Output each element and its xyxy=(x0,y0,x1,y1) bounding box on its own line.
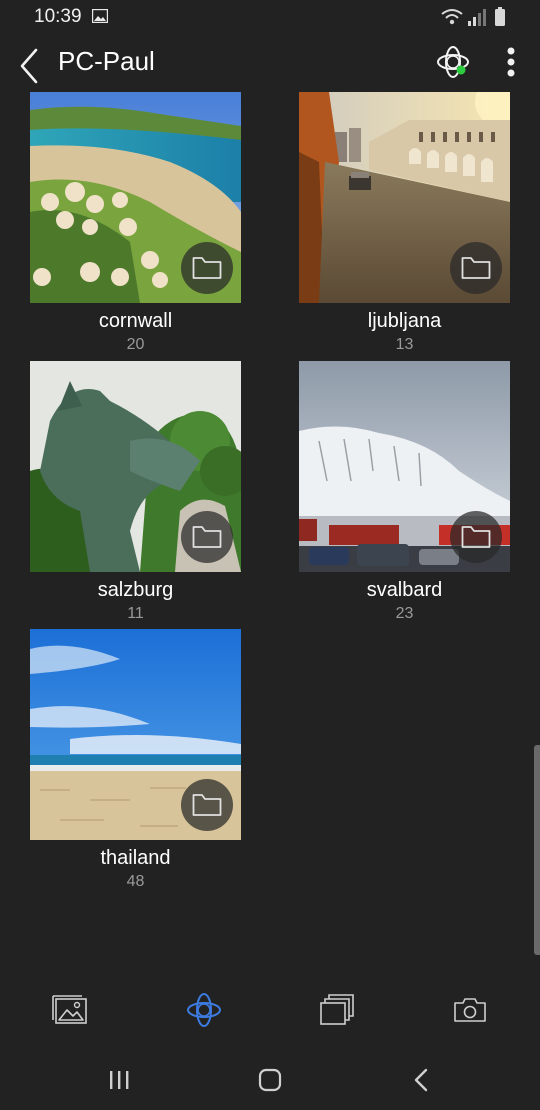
album-name: salzburg xyxy=(97,579,174,601)
app-bar: PC-Paul xyxy=(0,34,540,90)
bottom-tab-bar xyxy=(0,980,540,1042)
folder-badge xyxy=(450,242,502,294)
wifi-icon xyxy=(441,9,463,25)
system-back-button[interactable] xyxy=(396,1062,446,1098)
album-count: 23 xyxy=(395,605,414,622)
home-icon xyxy=(258,1068,282,1092)
home-button[interactable] xyxy=(245,1062,295,1098)
album-count: 13 xyxy=(395,336,414,353)
tab-gallery[interactable] xyxy=(40,988,100,1032)
camera-icon xyxy=(454,998,486,1022)
status-bar: 10:39 xyxy=(0,0,540,34)
folder-icon xyxy=(192,526,222,548)
page-title: PC-Paul xyxy=(58,46,155,76)
album-thumbnail xyxy=(299,361,510,572)
image-notification-icon xyxy=(92,9,108,23)
album-name: svalbard xyxy=(366,579,443,601)
album-thumbnail xyxy=(30,92,241,303)
status-icons xyxy=(441,7,505,26)
album-thumbnail xyxy=(30,361,241,572)
recents-icon xyxy=(110,1071,129,1089)
folder-badge xyxy=(181,242,233,294)
sync-status-dot xyxy=(456,65,466,75)
folder-icon xyxy=(192,794,222,816)
back-button[interactable] xyxy=(14,40,48,84)
folder-badge xyxy=(181,511,233,563)
album-name: thailand xyxy=(100,847,171,869)
more-options-button[interactable] xyxy=(496,42,526,82)
folder-icon xyxy=(461,257,491,279)
sync-orbit-icon xyxy=(437,46,469,78)
status-time: 10:39 xyxy=(34,6,82,27)
folder-icon xyxy=(461,526,491,548)
scrollbar-thumb[interactable] xyxy=(534,745,540,955)
tab-albums[interactable] xyxy=(307,988,367,1032)
tab-camera[interactable] xyxy=(440,988,500,1032)
album-count: 11 xyxy=(127,605,144,622)
chevron-left-icon xyxy=(20,48,38,84)
back-arrow-icon xyxy=(414,1068,428,1092)
album-thumbnail xyxy=(30,629,241,840)
album-name: ljubljana xyxy=(367,310,442,332)
sync-button[interactable] xyxy=(434,42,474,82)
album-count: 20 xyxy=(126,336,145,353)
album-count: 48 xyxy=(126,873,145,890)
more-vert-icon xyxy=(507,47,515,77)
tab-sync[interactable] xyxy=(174,988,234,1032)
battery-icon xyxy=(495,7,505,26)
gallery-icon xyxy=(52,995,87,1024)
recent-apps-button[interactable] xyxy=(94,1062,144,1098)
albums-stack-icon xyxy=(320,994,354,1025)
album-thumbnail xyxy=(299,92,510,303)
folder-badge xyxy=(450,511,502,563)
folder-icon xyxy=(192,257,222,279)
album-name: cornwall xyxy=(98,310,173,332)
system-nav-bar xyxy=(0,1050,540,1110)
sync-orbit-icon xyxy=(187,993,221,1027)
signal-icon xyxy=(468,9,486,26)
folder-badge xyxy=(181,779,233,831)
